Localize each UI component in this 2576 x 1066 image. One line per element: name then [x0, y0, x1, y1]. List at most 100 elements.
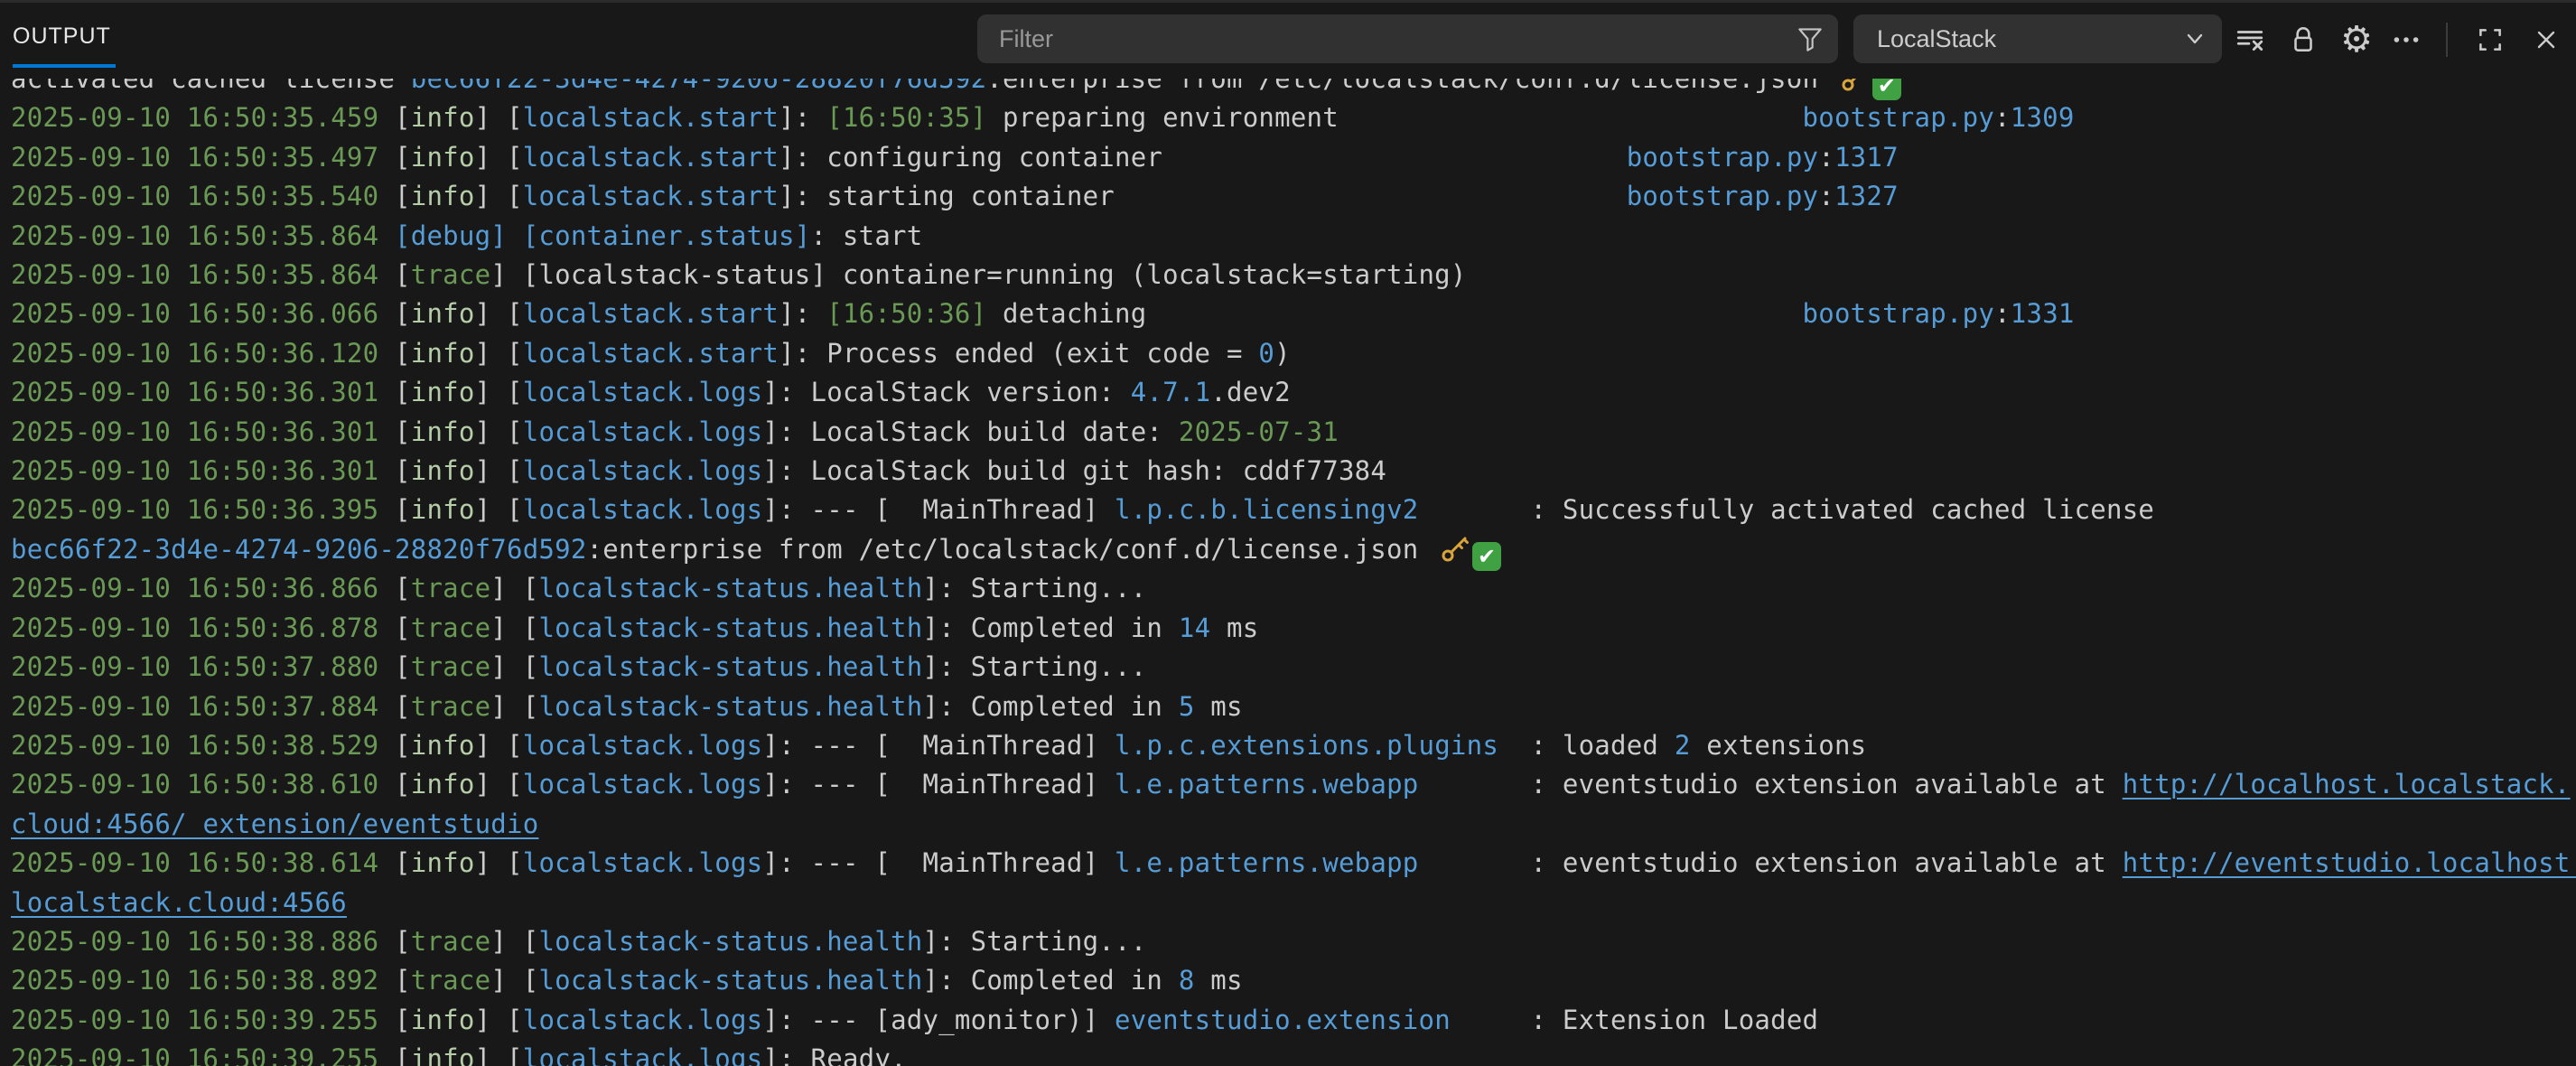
log-text: [16:50:35]	[826, 102, 986, 133]
log-text: 0	[1258, 338, 1274, 369]
maximize-panel-button[interactable]	[2470, 20, 2510, 60]
log-text: info	[411, 142, 475, 173]
log-text: : eventstudio extension available at	[1419, 769, 2123, 800]
log-text: ]:	[779, 181, 826, 211]
log-text: info	[411, 416, 475, 447]
log-line: 2025-09-10 16:50:37.884 [trace] [localst…	[0, 687, 2576, 726]
log-output: activated cached license bec66f22-3d4e-4…	[0, 60, 2576, 1066]
file-link[interactable]: bootstrap.py	[1803, 298, 1995, 329]
maximize-panel-icon	[2475, 24, 2506, 55]
file-link[interactable]: 1331	[2011, 298, 2075, 329]
log-text: localstack.logs	[523, 416, 763, 447]
log-text: ]:	[922, 926, 970, 957]
log-text: info	[411, 847, 475, 878]
log-text: ] [	[475, 142, 523, 173]
log-text: [	[395, 965, 411, 996]
log-text: ]:	[762, 769, 810, 800]
active-tab-underline	[13, 64, 116, 68]
url-link[interactable]: http://localhost.localstack.	[2123, 769, 2571, 800]
log-text: 2025-09-10 16:50:36.301	[11, 377, 395, 407]
log-text: [	[395, 651, 411, 682]
log-text: ]:	[762, 455, 810, 486]
log-text: localstack.logs	[523, 1043, 763, 1066]
lock-icon	[2288, 24, 2319, 55]
log-text: 2025-09-10 16:50:38.614	[11, 847, 395, 878]
log-text: ] [	[490, 651, 538, 682]
log-text: [	[395, 612, 411, 643]
log-text: localstack-status.health	[538, 965, 922, 996]
close-panel-button[interactable]	[2526, 20, 2566, 60]
filter-icon[interactable]	[1795, 23, 1825, 54]
log-line: 2025-09-10 16:50:36.301 [info] [localsta…	[0, 413, 2576, 452]
log-text: [	[395, 769, 411, 800]
log-text: l.e.patterns.webapp	[1115, 769, 1418, 800]
log-text: [	[395, 181, 411, 211]
log-text: localstack.logs	[523, 377, 763, 407]
lock-scroll-button[interactable]	[2283, 20, 2323, 60]
log-text: localstack-status.health	[538, 926, 922, 957]
log-text: ]:	[922, 573, 970, 603]
log-text: ]:	[779, 298, 826, 329]
tab-output[interactable]: OUTPUT	[13, 3, 111, 70]
log-text: [	[395, 926, 411, 957]
log-text: localstack-status.health	[538, 691, 922, 722]
log-text: trace	[411, 612, 491, 643]
log-line: 2025-09-10 16:50:35.540 [info] [localsta…	[0, 177, 2576, 216]
file-link[interactable]: bootstrap.py	[1627, 181, 1819, 211]
log-text: info	[411, 1043, 475, 1066]
url-link[interactable]: cloud:4566/_extension/eventstudio	[11, 809, 538, 839]
log-text: Starting...	[971, 926, 1147, 957]
log-text: Completed in	[971, 612, 1179, 643]
log-text: ms	[1195, 965, 1243, 996]
log-text: l.p.c.b.licensingv2	[1115, 494, 1418, 525]
log-text: 2025-09-10 16:50:36.878	[11, 612, 395, 643]
log-text: localstack.logs	[523, 769, 763, 800]
log-line: 2025-09-10 16:50:36.066 [info] [localsta…	[0, 295, 2576, 333]
url-link[interactable]: http://eventstudio.localhost.	[2123, 847, 2576, 878]
file-link[interactable]: 1309	[2011, 102, 2075, 133]
log-text: [	[395, 259, 411, 290]
log-text: --- [ MainThread]	[811, 494, 1115, 525]
log-text: localstack.start	[523, 338, 779, 369]
file-link[interactable]: 1317	[1834, 142, 1899, 173]
log-text: trace	[411, 926, 491, 957]
log-line: 2025-09-10 16:50:35.459 [info] [localsta…	[0, 98, 2576, 137]
url-link[interactable]: localstack.cloud:4566	[11, 887, 347, 918]
log-text: [	[395, 1005, 411, 1035]
channel-select[interactable]: LocalStack	[1853, 14, 2222, 63]
more-actions-button[interactable]	[2386, 20, 2426, 60]
check-emoji: ✔	[1472, 542, 1501, 571]
log-text: detaching	[986, 298, 1146, 329]
log-line: 2025-09-10 16:50:39.255 [info] [localsta…	[0, 1001, 2576, 1040]
log-text: localstack-status.health	[538, 612, 922, 643]
filter-input[interactable]	[977, 25, 1795, 53]
log-text: ] [	[490, 612, 538, 643]
clear-output-button[interactable]	[2230, 20, 2270, 60]
log-text: ] [	[475, 102, 523, 133]
log-text: )	[1274, 338, 1291, 369]
log-text: localstack.logs	[523, 1005, 763, 1035]
log-text: 2025-09-10 16:50:35.864	[11, 220, 395, 251]
log-line: 2025-09-10 16:50:36.878 [trace] [localst…	[0, 609, 2576, 648]
file-link[interactable]: 1327	[1834, 181, 1899, 211]
log-text: 2025-09-10 16:50:38.529	[11, 730, 395, 761]
log-text: : Extension Loaded	[1451, 1005, 1818, 1035]
log-text: :	[1818, 181, 1834, 211]
log-text: preparing environment	[986, 102, 1339, 133]
log-text: ]:	[762, 1043, 810, 1066]
log-text: ]:	[922, 691, 970, 722]
log-text: [16:50:36]	[826, 298, 986, 329]
log-text: 2025-09-10 16:50:37.884	[11, 691, 395, 722]
log-text: ]:	[762, 377, 810, 407]
log-text: ]:	[762, 416, 810, 447]
settings-button[interactable]: ⚙	[2337, 20, 2376, 60]
log-text: [	[395, 102, 411, 133]
log-text: 2025-09-10 16:50:35.497	[11, 142, 395, 173]
log-text: info	[411, 181, 475, 211]
log-text: LocalStack build date:	[811, 416, 1179, 447]
file-link[interactable]: bootstrap.py	[1803, 102, 1995, 133]
log-text: configuring container	[826, 142, 1162, 173]
file-link[interactable]: bootstrap.py	[1627, 142, 1819, 173]
log-text: eventstudio.extension	[1115, 1005, 1451, 1035]
log-line: 2025-09-10 16:50:36.866 [trace] [localst…	[0, 569, 2576, 608]
